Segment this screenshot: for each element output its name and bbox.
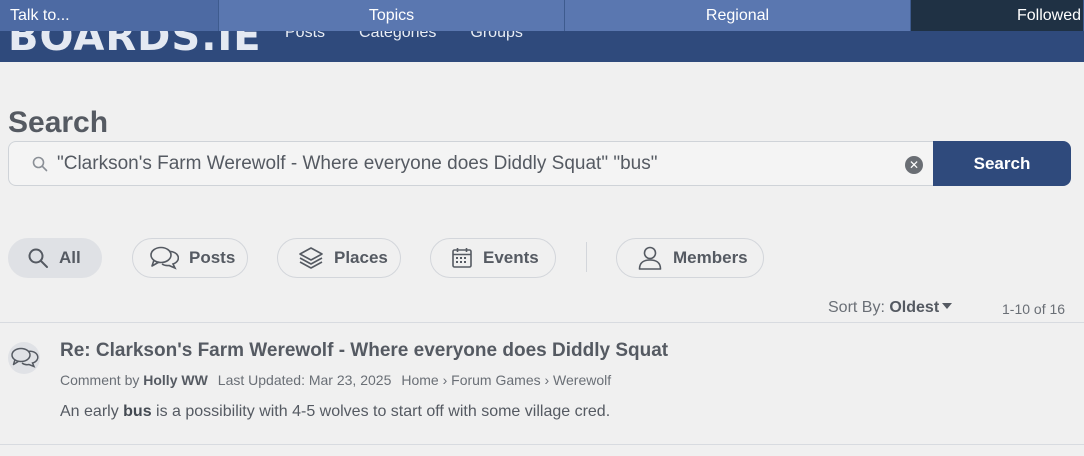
- filter-members[interactable]: Members: [616, 238, 764, 278]
- sort-label: Sort By:: [828, 299, 885, 316]
- filter-events[interactable]: Events: [430, 238, 556, 278]
- result-count: 1-10 of 16: [1002, 301, 1066, 317]
- breadcrumb[interactable]: Home › Forum Games › Werewolf: [401, 372, 611, 388]
- search-icon: [28, 248, 48, 268]
- chat-bubbles-icon: [11, 347, 39, 368]
- result-type: Comment by: [60, 372, 140, 388]
- filter-places[interactable]: Places: [277, 238, 401, 278]
- result-meta: Comment by Holly WW Last Updated: Mar 23,…: [60, 372, 611, 388]
- filter-divider: [586, 242, 587, 272]
- topbar-regional[interactable]: Regional: [565, 0, 911, 31]
- excerpt-highlight: bus: [123, 403, 152, 420]
- excerpt-text: is a possibility with 4-5 wolves to star…: [151, 403, 611, 420]
- filter-events-label: Events: [483, 248, 539, 267]
- excerpt-text: An early: [60, 403, 124, 420]
- search-button[interactable]: Search: [933, 141, 1071, 186]
- search-input[interactable]: [57, 151, 887, 177]
- result-author[interactable]: Holly WW: [143, 372, 208, 388]
- filter-places-label: Places: [334, 248, 388, 267]
- result-excerpt: An early bus is a possibility with 4-5 w…: [60, 403, 610, 421]
- layers-icon: [299, 247, 323, 269]
- search-box: ✕: [8, 141, 934, 186]
- clear-icon[interactable]: ✕: [905, 156, 923, 174]
- divider: [0, 444, 1084, 445]
- topbar-topics[interactable]: Topics: [219, 0, 565, 31]
- result-title[interactable]: Re: Clarkson's Farm Werewolf - Where eve…: [60, 340, 668, 362]
- result-type-badge: [8, 342, 40, 374]
- user-icon: [638, 246, 662, 270]
- page-title: Search: [8, 106, 109, 139]
- calendar-icon: [452, 248, 472, 268]
- topbar-followed[interactable]: Followed: [911, 0, 1084, 31]
- topbar-talk-to[interactable]: Talk to...: [0, 0, 219, 31]
- chat-bubbles-icon: [150, 246, 179, 270]
- sort-value[interactable]: Oldest: [889, 299, 939, 316]
- filter-posts-label: Posts: [189, 248, 236, 267]
- filter-members-label: Members: [673, 248, 748, 267]
- chevron-down-icon[interactable]: [942, 302, 953, 309]
- sort-control[interactable]: Sort By: Oldest: [828, 299, 953, 317]
- filter-all-label: All: [59, 248, 81, 267]
- filter-all[interactable]: All: [8, 238, 102, 278]
- search-icon: [32, 156, 48, 172]
- divider: [0, 322, 1084, 323]
- top-navigation-bar: Talk to... Topics Regional Followed: [0, 0, 1084, 31]
- filter-posts[interactable]: Posts: [132, 238, 248, 278]
- result-updated: Last Updated: Mar 23, 2025: [217, 372, 392, 388]
